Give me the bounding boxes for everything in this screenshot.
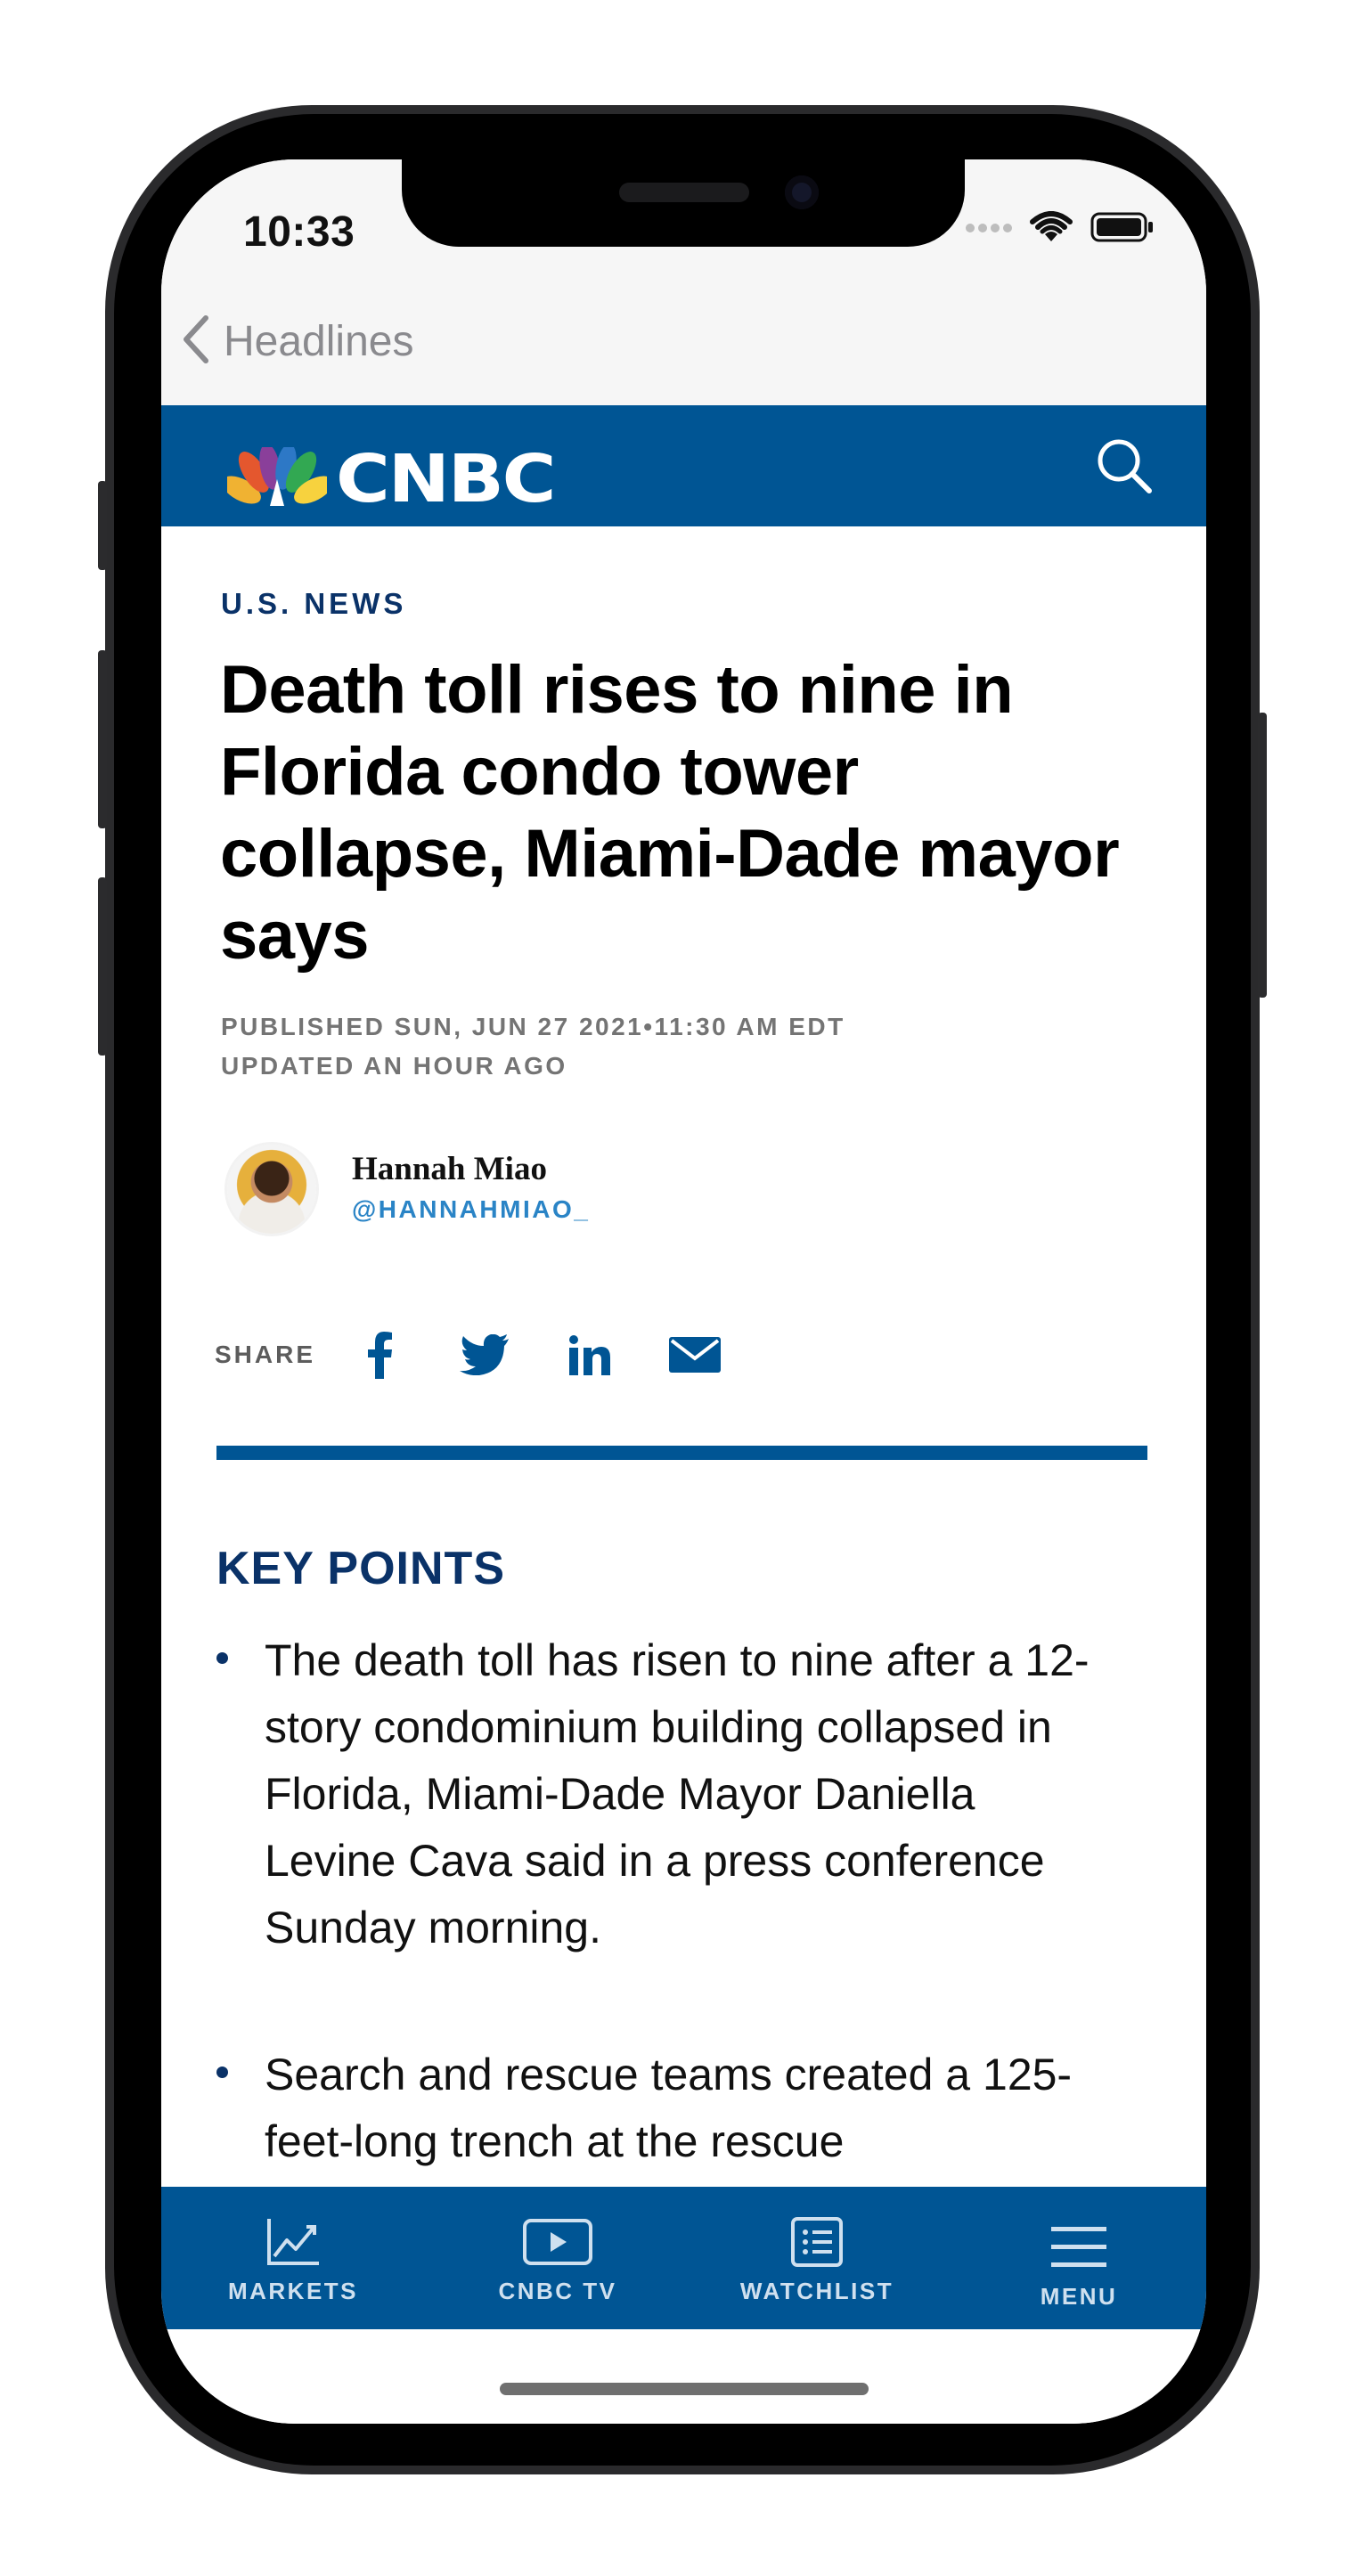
status-time: 10:33 xyxy=(243,208,355,256)
phone-screen: 10:33 Headlines CNBC U.S. NEWS Death tol… xyxy=(161,159,1206,2424)
key-points-title: KEY POINTS xyxy=(216,1543,506,1594)
twitter-icon[interactable] xyxy=(458,1328,511,1382)
tab-label: CNBC TV xyxy=(498,2278,617,2304)
email-icon[interactable] xyxy=(668,1328,722,1382)
facebook-icon[interactable] xyxy=(353,1328,406,1382)
share-row: SHARE xyxy=(215,1328,773,1382)
bullet-icon xyxy=(216,1652,228,1664)
key-point-text: The death toll has risen to nine after a… xyxy=(265,1635,1090,1952)
linkedin-icon[interactable] xyxy=(563,1328,616,1382)
back-label: Headlines xyxy=(224,318,414,365)
home-indicator[interactable] xyxy=(500,2383,869,2395)
volume-up-button xyxy=(98,650,107,828)
wifi-icon xyxy=(1030,211,1073,248)
status-icons xyxy=(966,211,1155,248)
tab-cnbc-tv[interactable]: CNBC TV xyxy=(442,2187,673,2329)
front-camera xyxy=(785,175,819,209)
article-meta: PUBLISHED SUN, JUN 27 2021•11:30 AM EDT … xyxy=(221,1007,845,1086)
power-button xyxy=(1258,713,1267,998)
hamburger-icon xyxy=(1051,2219,1106,2276)
section-label[interactable]: U.S. NEWS xyxy=(221,587,406,621)
author-handle[interactable]: @HANNAHMIAO_ xyxy=(352,1195,590,1224)
brand-header: CNBC xyxy=(161,405,1206,526)
bottom-tab-bar: MARKETS CNBC TV WATCHLIST MENU xyxy=(161,2187,1206,2329)
cnbc-logo[interactable]: CNBC xyxy=(222,441,556,518)
tab-watchlist[interactable]: WATCHLIST xyxy=(701,2187,933,2329)
list-item: The death toll has risen to nine after a… xyxy=(216,1627,1107,1961)
list-icon xyxy=(790,2213,844,2270)
notch xyxy=(402,159,965,247)
battery-icon xyxy=(1090,211,1155,248)
play-icon xyxy=(522,2213,593,2270)
search-button[interactable] xyxy=(1092,434,1156,498)
volume-down-button xyxy=(98,877,107,1056)
back-button[interactable]: Headlines xyxy=(179,313,413,371)
list-item: Search and rescue teams created a 125-fe… xyxy=(216,2042,1107,2175)
chart-icon xyxy=(265,2213,321,2270)
home-area xyxy=(161,2329,1206,2424)
search-icon xyxy=(1098,439,1152,493)
peacock-icon xyxy=(222,443,333,512)
author-byline: Hannah Miao @HANNAHMIAO_ xyxy=(227,1145,590,1234)
cellular-signal-icon xyxy=(966,222,1012,238)
author-info: Hannah Miao @HANNAHMIAO_ xyxy=(352,1150,590,1224)
key-points-list: The death toll has risen to nine after a… xyxy=(216,1627,1107,2255)
earpiece-speaker xyxy=(619,183,749,202)
published-date: PUBLISHED SUN, JUN 27 2021•11:30 AM EDT xyxy=(221,1013,845,1040)
article-headline: Death toll rises to nine in Florida cond… xyxy=(220,652,1120,974)
chevron-left-icon xyxy=(179,313,211,371)
share-label: SHARE xyxy=(215,1341,316,1368)
tab-label: WATCHLIST xyxy=(739,2278,894,2304)
tab-menu[interactable]: MENU xyxy=(963,2187,1195,2329)
logo-text: CNBC xyxy=(336,441,556,518)
bullet-icon xyxy=(216,2067,228,2078)
avatar[interactable] xyxy=(227,1145,316,1234)
mute-switch xyxy=(98,481,107,570)
key-point-text: Search and rescue teams created a 125-fe… xyxy=(265,2050,1073,2166)
updated-time: UPDATED AN HOUR AGO xyxy=(221,1052,567,1080)
tab-label: MENU xyxy=(1040,2283,1118,2310)
divider xyxy=(216,1446,1147,1460)
tab-label: MARKETS xyxy=(227,2278,359,2304)
tab-markets[interactable]: MARKETS xyxy=(177,2187,409,2329)
author-name[interactable]: Hannah Miao xyxy=(352,1150,590,1188)
